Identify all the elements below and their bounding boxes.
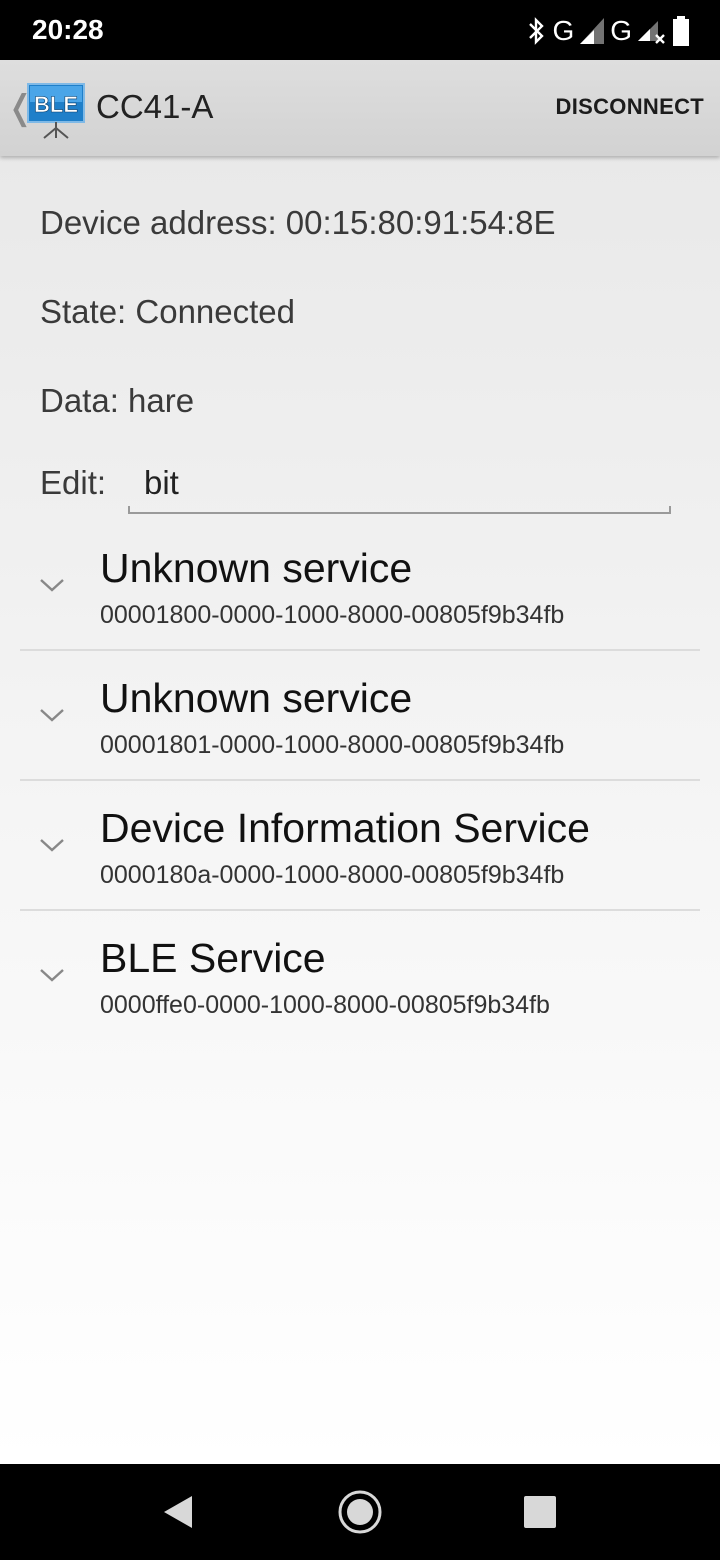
connection-state-text: State: Connected — [40, 293, 296, 330]
signal-no-service-icon — [638, 21, 665, 44]
network-type-1: G — [552, 15, 575, 46]
home-nav-icon[interactable] — [336, 1488, 384, 1536]
back-nav-icon[interactable] — [154, 1488, 202, 1536]
chevron-down-icon — [40, 969, 64, 982]
service-name: Unknown service — [100, 545, 413, 591]
service-item[interactable]: BLE Service 0000ffe0-0000-1000-8000-0080… — [20, 911, 700, 1039]
data-text: Data: hare — [40, 382, 195, 419]
battery-icon — [673, 16, 689, 46]
signal-icon — [580, 18, 605, 44]
device-details: Device address: 00:15:80:91:54:8E State:… — [0, 156, 720, 1464]
service-item[interactable]: Unknown service 00001800-0000-1000-8000-… — [20, 521, 700, 651]
service-uuid: 0000ffe0-0000-1000-8000-00805f9b34fb — [100, 991, 550, 1019]
edit-label: Edit: — [40, 464, 107, 501]
bluetooth-icon — [529, 17, 545, 45]
network-type-2: G — [610, 15, 632, 46]
edit-input-value: bit — [144, 464, 179, 501]
status-time: 20:28 — [32, 14, 104, 45]
status-icons: G G — [526, 14, 690, 48]
app-logo-text: BLE — [34, 92, 78, 117]
service-item[interactable]: Device Information Service 0000180a-0000… — [20, 781, 700, 911]
service-uuid: 0000180a-0000-1000-8000-00805f9b34fb — [100, 861, 565, 889]
status-bar: 20:28 G G — [0, 0, 720, 60]
chevron-down-icon — [40, 579, 64, 592]
service-uuid: 00001801-0000-1000-8000-00805f9b34fb — [100, 731, 565, 759]
edit-input[interactable]: bit — [128, 456, 671, 514]
service-name: BLE Service — [100, 935, 326, 981]
service-name: Device Information Service — [100, 805, 590, 851]
service-list: Unknown service 00001800-0000-1000-8000-… — [20, 521, 700, 1039]
chevron-down-icon — [40, 839, 64, 852]
action-bar: ❬ BLE CC41-A DISCONNECT — [0, 60, 720, 156]
service-item[interactable]: Unknown service 00001801-0000-1000-8000-… — [20, 651, 700, 781]
service-uuid: 00001800-0000-1000-8000-00805f9b34fb — [100, 601, 565, 629]
app-logo[interactable]: BLE — [26, 82, 86, 140]
disconnect-button[interactable]: DISCONNECT — [556, 94, 704, 120]
device-address-text: Device address: 00:15:80:91:54:8E — [40, 204, 556, 241]
recents-nav-icon[interactable] — [516, 1488, 564, 1536]
chevron-down-icon — [40, 709, 64, 722]
navigation-bar — [0, 1464, 720, 1560]
device-title: CC41-A — [96, 88, 214, 125]
service-name: Unknown service — [100, 675, 413, 721]
